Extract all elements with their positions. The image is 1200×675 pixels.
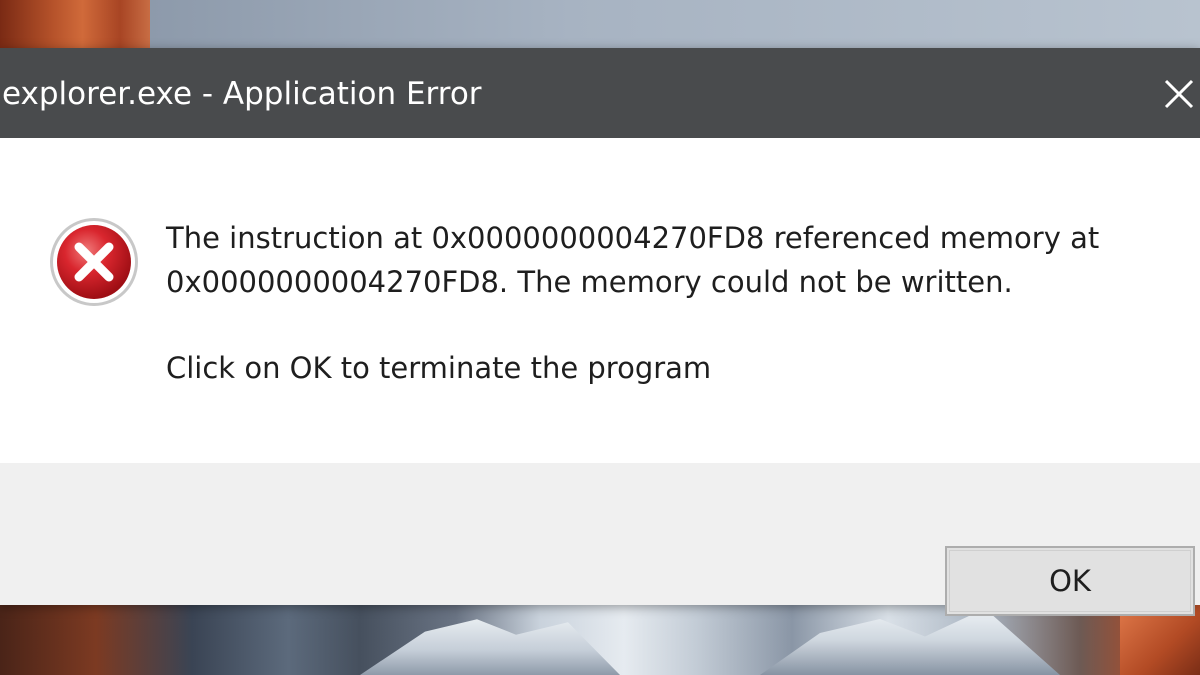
error-dialog: explorer.exe - Application Error The ins… xyxy=(0,48,1200,616)
wallpaper-sky xyxy=(150,0,1200,50)
close-button[interactable] xyxy=(1156,70,1200,116)
dialog-footer: OK xyxy=(0,463,1200,616)
dialog-titlebar[interactable]: explorer.exe - Application Error xyxy=(0,48,1200,138)
dialog-content: The instruction at 0x0000000004270FD8 re… xyxy=(0,138,1200,463)
desktop-wallpaper: explorer.exe - Application Error The ins… xyxy=(0,0,1200,675)
error-icon xyxy=(50,218,138,306)
error-message-line2: 0x0000000004270FD8. The memory could not… xyxy=(166,265,1013,299)
error-message: The instruction at 0x0000000004270FD8 re… xyxy=(166,216,1100,385)
wallpaper-rock xyxy=(0,0,150,50)
dialog-title: explorer.exe - Application Error xyxy=(2,76,482,112)
ok-button[interactable]: OK xyxy=(945,546,1195,616)
close-icon xyxy=(1164,79,1194,109)
error-hint: Click on OK to terminate the program xyxy=(166,351,712,385)
error-message-line1: The instruction at 0x0000000004270FD8 re… xyxy=(166,221,1100,255)
